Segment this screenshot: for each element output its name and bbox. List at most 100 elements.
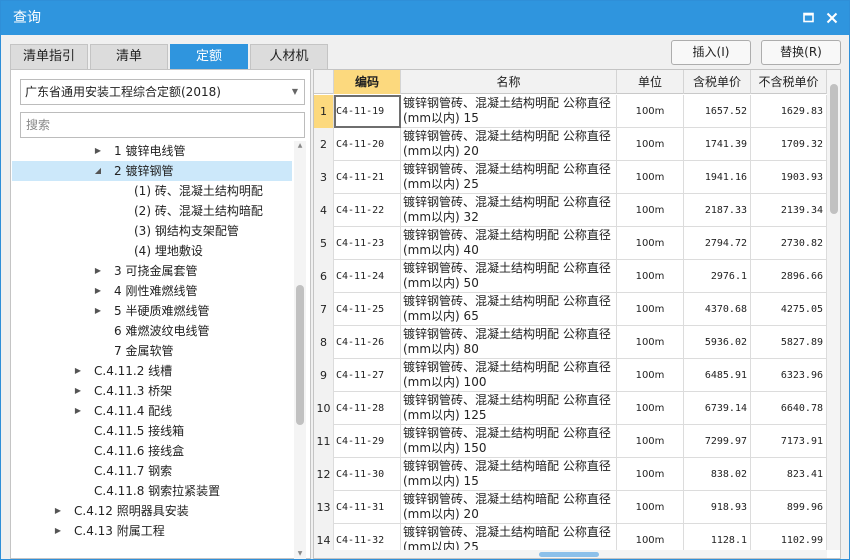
table-row[interactable]: 2 C4-11-20 镀锌钢管砖、混凝土结构明配 公称直径(mm以内) 20 100m… [314, 128, 827, 161]
price-tax-cell[interactable]: 1741.39 [684, 128, 751, 161]
tree-node[interactable]: 7 金属软管 [12, 341, 292, 361]
row-index[interactable]: 6 [314, 260, 334, 293]
code-cell[interactable]: C4-11-21 [334, 161, 401, 194]
collapsed-arrow-icon[interactable]: ▶ [93, 141, 103, 161]
header-price-tax[interactable]: 含税单价 [684, 70, 751, 94]
unit-cell[interactable]: 100m [617, 227, 684, 260]
expanded-arrow-icon[interactable]: ◢ [93, 161, 103, 181]
table-row[interactable]: 12 C4-11-30 镀锌钢管砖、混凝土结构暗配 公称直径(mm以内) 15 100… [314, 458, 827, 491]
price-notax-cell[interactable]: 1629.83 [751, 95, 827, 128]
unit-cell[interactable]: 100m [617, 425, 684, 458]
code-cell[interactable]: C4-11-19 [334, 95, 401, 128]
price-notax-cell[interactable]: 1709.32 [751, 128, 827, 161]
code-cell[interactable]: C4-11-32 [334, 524, 401, 550]
row-index[interactable]: 9 [314, 359, 334, 392]
tree-scroll-thumb[interactable] [296, 285, 304, 425]
price-notax-cell[interactable]: 1903.93 [751, 161, 827, 194]
table-row[interactable]: 1 C4-11-19 镀锌钢管砖、混凝土结构明配 公称直径(mm以内) 15 100m… [314, 95, 827, 128]
table-row[interactable]: 14 C4-11-32 镀锌钢管砖、混凝土结构暗配 公称直径(mm以内) 25 100… [314, 524, 827, 550]
price-tax-cell[interactable]: 2976.1 [684, 260, 751, 293]
name-cell[interactable]: 镀锌钢管砖、混凝土结构明配 公称直径(mm以内) 50 [401, 260, 617, 293]
code-cell[interactable]: C4-11-30 [334, 458, 401, 491]
code-cell[interactable]: C4-11-29 [334, 425, 401, 458]
tree-node[interactable]: ▶ C.4.11.3 桥架 [12, 381, 292, 401]
name-cell[interactable]: 镀锌钢管砖、混凝土结构明配 公称直径(mm以内) 65 [401, 293, 617, 326]
scroll-down-icon[interactable]: ▼ [294, 549, 306, 559]
tree-node[interactable]: (1) 砖、混凝土结构明配 [12, 181, 292, 201]
price-tax-cell[interactable]: 918.93 [684, 491, 751, 524]
tab-materials[interactable]: 人材机 [250, 44, 328, 69]
code-cell[interactable]: C4-11-23 [334, 227, 401, 260]
row-index[interactable]: 14 [314, 524, 334, 550]
price-tax-cell[interactable]: 4370.68 [684, 293, 751, 326]
unit-cell[interactable]: 100m [617, 194, 684, 227]
unit-cell[interactable]: 100m [617, 392, 684, 425]
table-row[interactable]: 10 C4-11-28 镀锌钢管砖、混凝土结构明配 公称直径(mm以内) 125 10… [314, 392, 827, 425]
code-cell[interactable]: C4-11-20 [334, 128, 401, 161]
collapsed-arrow-icon[interactable]: ▶ [93, 261, 103, 281]
price-notax-cell[interactable]: 5827.89 [751, 326, 827, 359]
table-row[interactable]: 11 C4-11-29 镀锌钢管砖、混凝土结构明配 公称直径(mm以内) 150 10… [314, 425, 827, 458]
price-tax-cell[interactable]: 2794.72 [684, 227, 751, 260]
header-name[interactable]: 名称 [401, 70, 617, 94]
price-tax-cell[interactable]: 1941.16 [684, 161, 751, 194]
row-index[interactable]: 5 [314, 227, 334, 260]
tab-bill[interactable]: 清单 [90, 44, 168, 69]
price-tax-cell[interactable]: 7299.97 [684, 425, 751, 458]
code-cell[interactable]: C4-11-22 [334, 194, 401, 227]
insert-button[interactable]: 插入(I) [671, 40, 751, 65]
tab-bill-guide[interactable]: 清单指引 [10, 44, 88, 69]
price-tax-cell[interactable]: 1657.52 [684, 95, 751, 128]
tree-node[interactable]: C.4.11.5 接线箱 [12, 421, 292, 441]
collapsed-arrow-icon[interactable]: ▶ [93, 301, 103, 321]
price-tax-cell[interactable]: 6485.91 [684, 359, 751, 392]
collapsed-arrow-icon[interactable]: ▶ [93, 281, 103, 301]
price-tax-cell[interactable]: 838.02 [684, 458, 751, 491]
tree-node[interactable]: (2) 砖、混凝土结构暗配 [12, 201, 292, 221]
name-cell[interactable]: 镀锌钢管砖、混凝土结构明配 公称直径(mm以内) 40 [401, 227, 617, 260]
collapsed-arrow-icon[interactable]: ▶ [53, 501, 63, 521]
unit-cell[interactable]: 100m [617, 359, 684, 392]
tree-node[interactable]: ▶ C.4.12 照明器具安装 [12, 501, 292, 521]
name-cell[interactable]: 镀锌钢管砖、混凝土结构暗配 公称直径(mm以内) 20 [401, 491, 617, 524]
row-index[interactable]: 11 [314, 425, 334, 458]
unit-cell[interactable]: 100m [617, 293, 684, 326]
tree-node[interactable]: C.4.11.6 接线盒 [12, 441, 292, 461]
row-index[interactable]: 10 [314, 392, 334, 425]
price-notax-cell[interactable]: 4275.05 [751, 293, 827, 326]
name-cell[interactable]: 镀锌钢管砖、混凝土结构明配 公称直径(mm以内) 100 [401, 359, 617, 392]
row-index[interactable]: 7 [314, 293, 334, 326]
grid-vertical-scrollbar[interactable] [827, 70, 840, 550]
price-notax-cell[interactable]: 899.96 [751, 491, 827, 524]
unit-cell[interactable]: 100m [617, 524, 684, 550]
unit-cell[interactable]: 100m [617, 260, 684, 293]
table-row[interactable]: 3 C4-11-21 镀锌钢管砖、混凝土结构明配 公称直径(mm以内) 25 100m… [314, 161, 827, 194]
grid-horizontal-scrollbar[interactable] [314, 550, 827, 558]
header-price-notax[interactable]: 不含税单价 [751, 70, 827, 94]
price-tax-cell[interactable]: 1128.1 [684, 524, 751, 550]
search-input[interactable] [20, 112, 305, 138]
tree-node[interactable]: ◢ 2 镀锌钢管 [12, 161, 292, 181]
name-cell[interactable]: 镀锌钢管砖、混凝土结构明配 公称直径(mm以内) 80 [401, 326, 617, 359]
row-index[interactable]: 2 [314, 128, 334, 161]
close-icon[interactable] [824, 10, 840, 26]
tree-node[interactable]: (3) 钢结构支架配管 [12, 221, 292, 241]
tree-node[interactable]: C.4.11.8 钢索拉紧装置 [12, 481, 292, 501]
maximize-icon[interactable] [801, 10, 817, 26]
tree-node[interactable]: ▶ C.4.13 附属工程 [12, 521, 292, 541]
code-cell[interactable]: C4-11-27 [334, 359, 401, 392]
name-cell[interactable]: 镀锌钢管砖、混凝土结构明配 公称直径(mm以内) 32 [401, 194, 617, 227]
tree-node[interactable]: (4) 埋地敷设 [12, 241, 292, 261]
row-index[interactable]: 1 [314, 95, 334, 128]
price-notax-cell[interactable]: 2730.82 [751, 227, 827, 260]
collapsed-arrow-icon[interactable]: ▶ [73, 401, 83, 421]
quota-library-select[interactable]: 广东省通用安装工程综合定额(2018) ▼ [20, 79, 305, 105]
table-row[interactable]: 8 C4-11-26 镀锌钢管砖、混凝土结构明配 公称直径(mm以内) 80 100m… [314, 326, 827, 359]
unit-cell[interactable]: 100m [617, 458, 684, 491]
row-index[interactable]: 4 [314, 194, 334, 227]
name-cell[interactable]: 镀锌钢管砖、混凝土结构明配 公称直径(mm以内) 20 [401, 128, 617, 161]
scroll-up-icon[interactable]: ▲ [294, 141, 306, 151]
name-cell[interactable]: 镀锌钢管砖、混凝土结构明配 公称直径(mm以内) 125 [401, 392, 617, 425]
table-row[interactable]: 6 C4-11-24 镀锌钢管砖、混凝土结构明配 公称直径(mm以内) 50 100m… [314, 260, 827, 293]
code-cell[interactable]: C4-11-26 [334, 326, 401, 359]
